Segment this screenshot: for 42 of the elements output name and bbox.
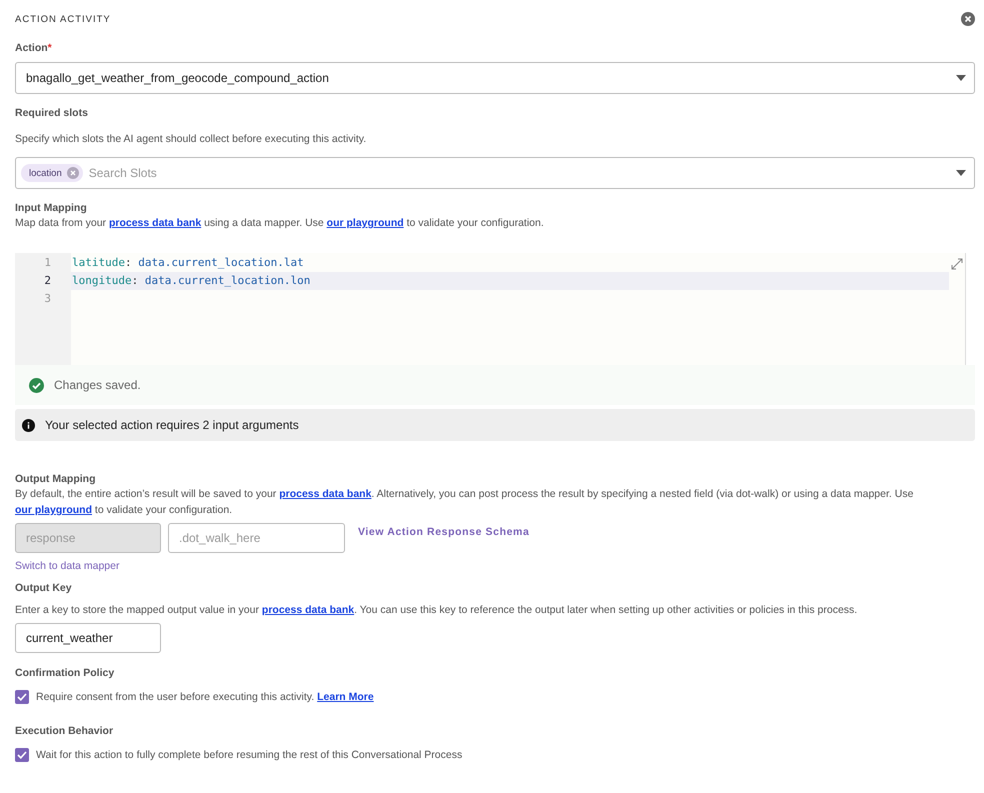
- action-label: Action*: [15, 42, 53, 54]
- path-field[interactable]: .dot_walk_here: [168, 523, 345, 553]
- output-key-field[interactable]: current_weather: [15, 623, 161, 653]
- info-text: Your selected action requires 2 input arguments: [45, 418, 299, 432]
- section-label: Required slots: [15, 107, 89, 119]
- code-line: latitude: data.current_location.lat: [71, 255, 305, 271]
- link[interactable]: process data bank: [262, 604, 354, 616]
- status-text: Changes saved.: [54, 378, 141, 392]
- checkbox-label: Require consent from the user before executing this activity. Learn More: [36, 690, 374, 705]
- line-number: 2: [43, 273, 52, 289]
- link[interactable]: Learn More: [317, 691, 374, 703]
- info-icon: [22, 418, 35, 432]
- close-icon[interactable]: [961, 12, 975, 26]
- description-text: Specify which slots the AI agent should collect before executing this activity.: [15, 132, 368, 147]
- section-label: Execution Behavior: [15, 725, 114, 737]
- description-text: Enter a key to store the mapped output value in your process data bank. You can use this key to reference the output later when setting up other activities or policies in this process.: [15, 603, 858, 618]
- description-text: Map data from your process data bank using a data mapper. Use our playground to validate your configuration.: [15, 216, 545, 231]
- line-number: 1: [43, 255, 52, 271]
- switch-link[interactable]: Switch to data mapper: [15, 560, 120, 572]
- section-label: Output Mapping: [15, 473, 96, 485]
- section-label: Input Mapping: [15, 202, 88, 214]
- check-circle-icon: [29, 378, 44, 392]
- expand-icon[interactable]: [951, 258, 963, 270]
- dropdown-caret-icon[interactable]: [956, 170, 966, 176]
- description-text: By default, the entire action’s result will be saved to your process data bank. Alternatively, you can post process the result by specifying a nested field (via dot-walk) or using a data mapper. Use our playground to validate your configuration.: [15, 487, 914, 518]
- checkbox[interactable]: [15, 748, 29, 762]
- section-label: Output Key: [15, 582, 73, 594]
- line-number: 3: [43, 291, 52, 307]
- action-dropdown[interactable]: bnagallo_get_weather_from_geocode_compound_action: [15, 62, 975, 94]
- link[interactable]: our playground: [15, 504, 92, 516]
- section-label: Confirmation Policy: [15, 667, 116, 679]
- checkbox-label: Wait for this action to fully complete before resuming the rest of this Conversational Process: [36, 748, 462, 763]
- panel-title: ACTION ACTIVITY: [15, 14, 111, 24]
- code-editor[interactable]: 1 2 3 latitude: data.current_location.lat longitude: data.current_location.lon: [15, 253, 966, 365]
- slots-dropdown[interactable]: location Search Slots: [15, 157, 975, 189]
- link[interactable]: process data bank: [279, 488, 372, 500]
- link[interactable]: our playground: [326, 217, 404, 229]
- dropdown-caret-icon[interactable]: [956, 75, 966, 81]
- slot-chip[interactable]: location: [21, 164, 83, 182]
- link[interactable]: process data bank: [108, 217, 202, 229]
- checkbox[interactable]: [15, 690, 29, 704]
- schema-link[interactable]: View Action Response Schema: [358, 526, 530, 538]
